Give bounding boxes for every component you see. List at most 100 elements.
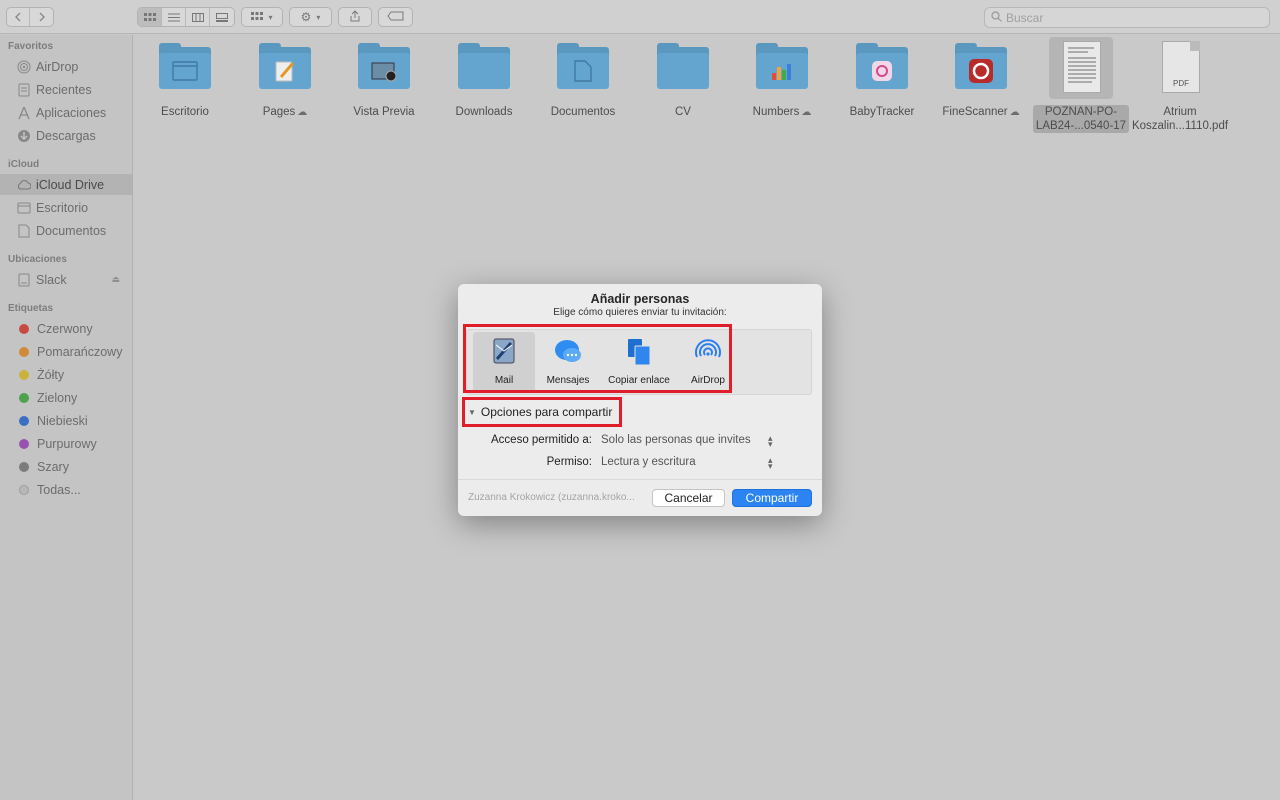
folder-icon [953,41,1009,95]
sidebar-item-label: Pomarańczowy [37,344,123,359]
tag-color-dot [19,484,29,495]
back-button[interactable] [7,8,31,26]
share-option-label: Copiar enlace [608,375,670,386]
sidebar: Favoritos AirDrop Recientes Aplicaciones… [0,35,133,800]
share-option-mail[interactable]: Mail [473,332,535,392]
divider [458,479,822,480]
cloud-download-icon[interactable]: ☁ [297,107,307,118]
column-view-button[interactable] [186,8,210,26]
clock-icon [16,82,31,97]
sidebar-item-applications[interactable]: Aplicaciones [0,102,132,123]
disclosure-triangle-icon: ▼ [468,407,476,417]
file-item[interactable]: BabyTracker [832,41,932,119]
access-select[interactable]: Solo las personas que invites [601,434,751,446]
share-option-copy-link[interactable]: Copiar enlace [599,332,679,392]
share-option-label: Mail [494,375,514,386]
file-item[interactable]: Escritorio [135,41,235,119]
cloud-download-icon[interactable]: ☁ [1010,107,1020,118]
permission-select[interactable]: Lectura y escritura [601,456,696,468]
airdrop-icon [16,59,31,74]
folder-icon [356,41,412,95]
share-submit-button[interactable]: Compartir [732,489,812,507]
share-option-airdrop[interactable]: AirDrop [677,332,739,392]
sidebar-section-tags: Etiquetas [8,303,54,314]
sidebar-item-label: Escritorio [36,200,89,215]
file-name: Escritorio [161,106,209,118]
airdrop-icon [693,337,723,367]
sidebar-item-downloads[interactable]: Descargas [0,125,132,146]
cancel-button[interactable]: Cancelar [652,489,725,507]
file-name: Vista Previa [353,106,415,118]
sidebar-item-label: iCloud Drive [36,177,105,192]
file-item[interactable]: Vista Previa [334,41,434,119]
dialog-subtitle: Elige cómo quieres enviar tu invitación: [553,307,727,318]
list-view-button[interactable] [162,8,186,26]
file-item[interactable]: Documentos [533,41,633,119]
tag-color-dot [19,461,29,472]
share-option-label: Mensajes [546,375,590,386]
search-input[interactable] [1006,10,1256,25]
file-item[interactable]: Pages ☁ [235,41,335,120]
eject-icon[interactable]: ⏏ [111,274,120,285]
add-people-dialog: Añadir personas Elige cómo quieres envia… [458,284,822,516]
finder-toolbar: ▾ ⚙ ▾ [0,0,1280,34]
apps-icon [16,105,31,120]
sidebar-item-desktop[interactable]: Escritorio [0,197,132,218]
file-item[interactable]: CV [633,41,733,119]
folder-icon [157,41,213,95]
search-field[interactable] [984,7,1270,28]
updown-chevron-icon[interactable]: ▴ ▾ [768,456,773,471]
tag-color-dot [19,415,29,426]
sidebar-item-icloud-drive[interactable]: iCloud Drive [0,174,132,195]
sidebar-tag-gray[interactable]: Szary [0,456,132,477]
sidebar-item-recents[interactable]: Recientes [0,79,132,100]
file-item[interactable]: PDF Atrium Koszalin...1110.pdf [1130,41,1230,133]
sidebar-item-airdrop[interactable]: AirDrop [0,56,132,77]
file-name: BabyTracker [849,106,915,118]
action-button[interactable]: ⚙ ▾ [289,7,332,27]
messages-icon [553,337,583,367]
share-options-toggle[interactable]: ▼ Opciones para compartir [468,405,612,419]
sidebar-tag-blue[interactable]: Niebieski [0,410,132,431]
sidebar-tag-green[interactable]: Zielony [0,387,132,408]
file-name: CV [675,106,691,118]
file-item-selected[interactable]: POZNAN-PO- LAB24-...0540-17 [1031,37,1131,133]
sidebar-item-documents[interactable]: Documentos [0,220,132,241]
document-thumbnail-icon [1049,37,1113,99]
tag-color-dot [19,438,29,449]
sidebar-section-icloud: iCloud [8,159,40,170]
sidebar-item-slack[interactable]: Slack ⏏ [0,269,132,290]
file-item[interactable]: Numbers ☁ [732,41,832,120]
sidebar-item-label: Recientes [36,82,92,97]
share-option-messages[interactable]: Mensajes [537,332,599,392]
permission-label: Permiso: [546,456,592,468]
sidebar-section-favorites: Favoritos [8,41,54,52]
file-name: POZNAN-PO- LAB24-...0540-17 [1032,105,1130,133]
sidebar-section-locations: Ubicaciones [8,254,67,265]
copy-link-icon [624,337,654,367]
group-button[interactable]: ▾ [241,7,283,27]
gallery-view-button[interactable] [210,8,234,26]
sidebar-tag-red[interactable]: Czerwony [0,318,132,339]
sidebar-tag-purple[interactable]: Purpurowy [0,433,132,454]
sidebar-item-label: Todas... [37,482,81,497]
sidebar-tag-orange[interactable]: Pomarańczowy [0,341,132,362]
folder-icon [257,41,313,95]
chevron-down-icon: ▾ [316,12,321,22]
file-item[interactable]: Downloads [434,41,534,119]
owner-account: Zuzanna Krokowicz (zuzanna.kroko... [468,492,635,503]
cloud-download-icon[interactable]: ☁ [801,107,811,118]
folder-icon [754,41,810,95]
tag-button[interactable] [378,7,413,27]
forward-button[interactable] [30,8,53,26]
desktop-icon [16,200,31,215]
file-item[interactable]: FineScanner ☁ [931,41,1031,120]
share-button[interactable] [338,7,372,27]
sidebar-item-label: Żółty [37,367,65,382]
sidebar-tag-all[interactable]: Todas... [0,479,132,500]
icon-view-button[interactable] [138,8,162,26]
sidebar-tag-yellow[interactable]: Żółty [0,364,132,385]
updown-chevron-icon[interactable]: ▴ ▾ [768,434,773,449]
sidebar-item-label: AirDrop [36,59,79,74]
document-icon [16,223,31,238]
